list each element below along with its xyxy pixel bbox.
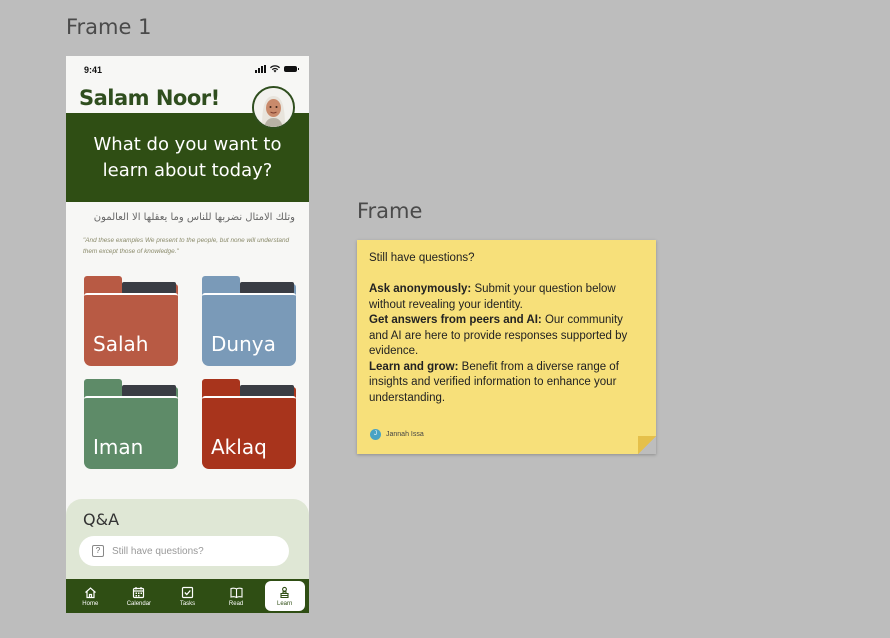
- sticky-note-point-1: Ask anonymously: Submit your question be…: [369, 282, 644, 313]
- nav-read-label: Read: [228, 600, 244, 607]
- nav-calendar-label: Calendar: [126, 600, 152, 607]
- avatar[interactable]: [252, 86, 295, 129]
- verse-translation: "And these examples We present to the pe…: [83, 237, 290, 255]
- folder-label-aklaq: Aklaq: [211, 435, 267, 459]
- nav-calendar[interactable]: Calendar: [119, 581, 159, 611]
- folder-front: Iman: [84, 396, 178, 469]
- nav-tasks[interactable]: Tasks: [167, 581, 207, 611]
- question-placeholder: Still have questions?: [112, 545, 204, 557]
- folder-iman[interactable]: Iman: [84, 379, 178, 469]
- book-icon: [230, 587, 243, 598]
- sticky-note-point-2: Get answers from peers and AI: Our commu…: [369, 313, 644, 360]
- status-bar: 9:41: [66, 56, 309, 82]
- nav-learn[interactable]: Learn: [264, 581, 305, 611]
- sticky-note-body: Still have questions? Ask anonymously: S…: [369, 251, 644, 406]
- frame-2-label[interactable]: Frame: [357, 199, 422, 223]
- greeting-title: Salam Noor!: [79, 86, 220, 110]
- learn-icon: [280, 586, 289, 598]
- sticky-note-author: J Jannah Issa: [370, 429, 424, 440]
- folder-label-iman: Iman: [93, 435, 144, 459]
- avatar-illustration: [254, 88, 293, 127]
- folder-label-dunya: Dunya: [211, 332, 276, 356]
- nav-home[interactable]: Home: [70, 581, 110, 611]
- question-input[interactable]: ? Still have questions?: [79, 536, 289, 566]
- folder-salah[interactable]: Salah: [84, 276, 178, 366]
- folder-front: Dunya: [202, 293, 296, 366]
- question-icon: ?: [92, 545, 104, 557]
- wifi-icon: [270, 65, 280, 73]
- status-time: 9:41: [84, 65, 103, 75]
- folder-aklaq[interactable]: Aklaq: [202, 379, 296, 469]
- qa-title: Q&A: [83, 510, 120, 529]
- checkbox-icon: [181, 586, 194, 598]
- hero-heading: What do you want to learn about today?: [93, 133, 282, 181]
- nav-learn-label: Learn: [276, 600, 293, 607]
- phone-frame: 9:41 Salam Noor! What do you want to lea…: [66, 56, 309, 613]
- author-avatar: J: [370, 429, 381, 440]
- point-2-heading: Get answers from peers and AI:: [369, 314, 542, 326]
- battery-icon: [284, 66, 299, 72]
- bottom-nav: Home Calendar Tasks Read Learn: [66, 579, 309, 613]
- folder-dunya[interactable]: Dunya: [202, 276, 296, 366]
- status-icons: [255, 65, 299, 73]
- folder-label-salah: Salah: [93, 332, 149, 356]
- sticky-note[interactable]: Still have questions? Ask anonymously: S…: [357, 240, 656, 454]
- point-3-heading: Learn and grow:: [369, 360, 459, 373]
- signal-icon: [255, 65, 266, 73]
- home-icon: [84, 586, 96, 598]
- nav-read[interactable]: Read: [216, 581, 256, 611]
- frame-1-label[interactable]: Frame 1: [66, 15, 151, 39]
- nav-home-label: Home: [82, 600, 99, 607]
- folder-front: Salah: [84, 293, 178, 366]
- calendar-icon: [133, 586, 145, 598]
- folder-front: Aklaq: [202, 396, 296, 469]
- sticky-note-spacer: [369, 267, 644, 283]
- author-name: Jannah Issa: [386, 431, 424, 438]
- sticky-note-point-3: Learn and grow: Benefit from a diverse r…: [369, 360, 644, 407]
- point-1-heading: Ask anonymously:: [369, 283, 472, 295]
- page-fold-flap: [638, 436, 656, 454]
- nav-tasks-label: Tasks: [179, 600, 196, 607]
- sticky-note-intro: Still have questions?: [369, 252, 475, 264]
- arabic-verse: وتلك الامثال نضربها للناس وما يعقلها الا…: [93, 212, 295, 223]
